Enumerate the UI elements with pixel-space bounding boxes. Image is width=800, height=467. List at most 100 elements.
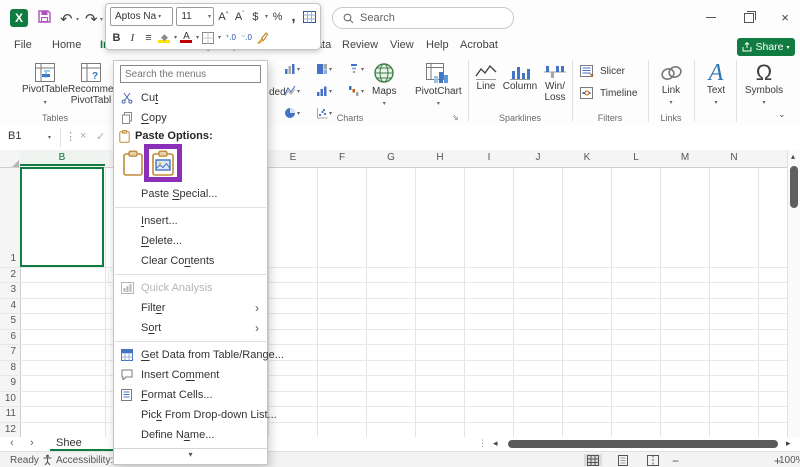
menu-item-delete[interactable]: Delete... (114, 231, 267, 251)
insert-line-chart-button[interactable]: ▾ (284, 85, 300, 97)
row-header-7[interactable]: 7 (0, 346, 16, 357)
next-sheet-icon[interactable]: › (30, 437, 34, 449)
chevron-down-icon[interactable]: ▾ (196, 34, 199, 41)
row-header-4[interactable]: 4 (0, 300, 16, 311)
paste-button[interactable] (122, 150, 144, 176)
percent-style-icon[interactable]: % (271, 11, 284, 23)
insert-pie-chart-button[interactable]: ▾ (284, 107, 300, 119)
sparkline-line-button[interactable]: Line (472, 63, 500, 92)
font-color-icon[interactable]: A (180, 32, 193, 43)
undo-button[interactable]: ↶ (60, 10, 73, 28)
cancel-entry-icon[interactable]: × (80, 130, 86, 142)
charts-dialog-launcher-icon[interactable]: ⇘ (452, 113, 459, 122)
paste-picture-button[interactable] (151, 150, 175, 176)
row-header-11[interactable]: 11 (0, 408, 16, 419)
tab-review[interactable]: Review (340, 36, 380, 57)
comma-style-icon[interactable]: , (287, 9, 300, 24)
menu-item-insert-comment[interactable]: Insert Comment (114, 365, 267, 385)
row-header-1[interactable]: 1 (0, 253, 16, 264)
page-break-preview-button[interactable] (644, 454, 662, 466)
menu-search-input[interactable] (120, 65, 261, 83)
chevron-down-icon[interactable]: ▾ (265, 13, 268, 20)
row-header-8[interactable]: 8 (0, 362, 16, 373)
chevron-down-icon[interactable]: ▾ (174, 34, 177, 41)
borders-icon[interactable] (202, 31, 215, 44)
font-size-select[interactable]: 11 ▾ (176, 7, 214, 26)
column-header-I[interactable]: I (474, 152, 504, 163)
menu-item-cut[interactable]: Cut (114, 88, 267, 108)
normal-view-button[interactable] (584, 454, 602, 466)
undo-caret-icon[interactable]: ▾ (76, 16, 79, 23)
insert-hierarchy-chart-button[interactable]: ▾ (316, 63, 332, 75)
accessibility-status[interactable]: Accessibility: (56, 455, 113, 466)
menu-item-format-cells[interactable]: Format Cells... (114, 385, 267, 405)
redo-button[interactable]: ↷ (85, 10, 98, 28)
row-header-3[interactable]: 3 (0, 284, 16, 295)
drag-dots-icon[interactable]: ⋮ (65, 130, 76, 143)
bold-button[interactable]: B (110, 32, 123, 44)
scroll-left-icon[interactable]: ◂ (493, 438, 498, 449)
select-all-corner[interactable] (12, 160, 19, 167)
vertical-scroll-thumb[interactable] (790, 166, 798, 208)
format-as-table-icon[interactable] (303, 10, 316, 23)
menu-item-copy[interactable]: Copy (114, 108, 267, 128)
chevron-down-icon[interactable]: ▾ (218, 34, 221, 41)
increase-font-icon[interactable]: A^ (217, 11, 230, 23)
scroll-right-icon[interactable]: ▸ (786, 438, 791, 449)
menu-item-insert[interactable]: Insert... (114, 211, 267, 231)
search-box[interactable]: Search (332, 7, 514, 29)
slicer-button[interactable]: Slicer (580, 65, 625, 78)
name-box-caret-icon[interactable]: ▾ (48, 134, 51, 141)
fill-color-icon[interactable]: ◆ (158, 32, 171, 43)
timeline-button[interactable]: Timeline (580, 87, 637, 100)
prev-sheet-icon[interactable]: ‹ (10, 437, 14, 449)
vertical-scrollbar[interactable]: ▴ (787, 150, 800, 437)
redo-caret-icon[interactable]: ▾ (100, 16, 103, 23)
menu-item-filter[interactable]: Filter › (114, 298, 267, 318)
menu-item-define-name[interactable]: Define Name... (114, 425, 267, 445)
zoom-level[interactable]: 100% (779, 455, 800, 466)
column-header-N[interactable]: N (719, 152, 749, 163)
share-button[interactable]: Share ▾ (737, 38, 795, 56)
accounting-format-icon[interactable]: $ (249, 11, 262, 23)
sheet-tab[interactable]: Shee (50, 437, 113, 451)
menu-item-get-data-from-table-range[interactable]: Get Data from Table/Range... (114, 345, 284, 365)
column-header-M[interactable]: M (670, 152, 700, 163)
tab-file[interactable]: File (12, 36, 34, 57)
scroll-up-icon[interactable]: ▴ (791, 152, 795, 161)
pivottable-button[interactable]: PivotTable ▾ (22, 62, 68, 106)
page-layout-view-button[interactable] (614, 454, 632, 466)
row-header-2[interactable]: 2 (0, 269, 16, 280)
menu-scroll-more-button[interactable]: ▾ (114, 448, 267, 461)
recommended-pivottables-button[interactable]: ? RecommenPivotTabl (68, 62, 114, 106)
decrease-decimal-icon[interactable]: ⁻.0 (240, 33, 253, 42)
tab-home[interactable]: Home (50, 36, 83, 57)
column-header-F[interactable]: F (327, 152, 357, 163)
restore-button[interactable] (738, 8, 760, 28)
column-header-E[interactable]: E (278, 152, 308, 163)
column-header-G[interactable]: G (376, 152, 406, 163)
sparkline-winloss-button[interactable]: Win/Loss (540, 63, 570, 103)
menu-item-pick-from-drop-down-list[interactable]: Pick From Drop-down List... (114, 405, 277, 425)
zoom-out-icon[interactable]: − (672, 454, 679, 467)
insert-statistic-chart-button[interactable]: ▾ (316, 85, 332, 97)
sparkline-column-button[interactable]: Column (502, 63, 538, 92)
pivotchart-button[interactable]: PivotChart ▾ (415, 62, 462, 107)
name-box[interactable]: B1 (8, 130, 21, 142)
italic-button[interactable]: I (126, 32, 139, 44)
row-header-6[interactable]: 6 (0, 331, 16, 342)
row-header-5[interactable]: 5 (0, 315, 16, 326)
menu-item-paste-special[interactable]: Paste Special... (114, 184, 267, 204)
maps-button[interactable]: Maps ▾ (372, 62, 396, 107)
link-button[interactable]: Link ▾ (654, 63, 688, 106)
selected-cell-B1[interactable] (20, 167, 104, 267)
text-button[interactable]: A Text ▾ (700, 61, 732, 106)
confirm-entry-icon[interactable]: ✓ (96, 130, 105, 143)
insert-column-chart-button[interactable]: ▾ (284, 63, 300, 75)
horizontal-scroll-thumb[interactable] (508, 440, 778, 448)
row-header-10[interactable]: 10 (0, 393, 16, 404)
column-header-J[interactable]: J (523, 152, 553, 163)
column-header-L[interactable]: L (621, 152, 651, 163)
column-header-K[interactable]: K (572, 152, 602, 163)
row-header-9[interactable]: 9 (0, 377, 16, 388)
